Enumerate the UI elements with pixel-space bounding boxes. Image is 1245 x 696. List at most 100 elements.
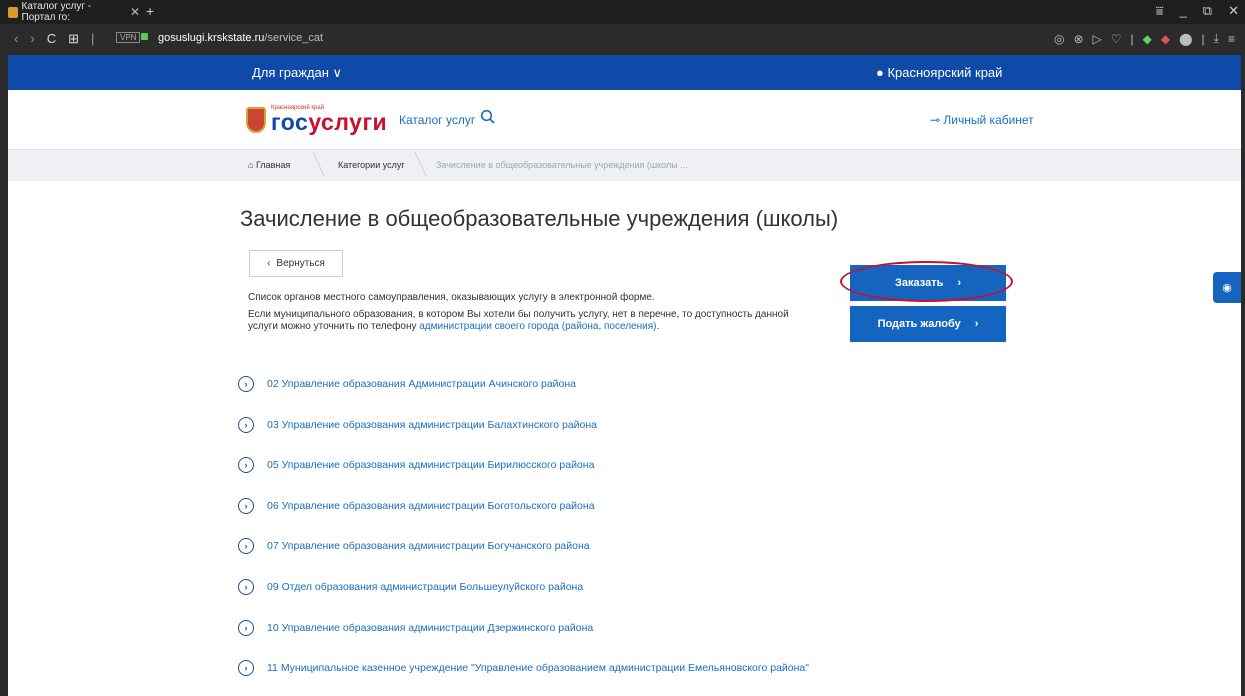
forward-nav-icon[interactable]: › xyxy=(30,31,34,47)
reload-icon[interactable]: C xyxy=(47,31,56,47)
back-button-label: Вернуться xyxy=(276,258,325,269)
chevron-right-icon: › xyxy=(974,318,979,330)
logo-part1: гос xyxy=(271,109,309,135)
extension-green-icon[interactable]: ◆ xyxy=(1143,32,1152,46)
list-item[interactable]: › 07 Управление образования администрации… xyxy=(238,538,590,554)
minimize-button[interactable]: _ xyxy=(1180,3,1187,19)
availability-end: . xyxy=(656,321,660,332)
nav-buttons: ‹ › C ⊞ | xyxy=(14,31,94,47)
url-field[interactable]: gosuslugi.krskstate.ru/service_cat xyxy=(158,32,323,44)
browser-titlebar: Каталог услуг - Портал го: ✕ + ⩸ _ ⧉ ✕ xyxy=(0,0,1245,24)
adblock-icon[interactable]: ⊗ xyxy=(1073,32,1083,46)
list-item[interactable]: › 10 Управление образования администрации… xyxy=(238,620,593,636)
region-label: Красноярский край xyxy=(887,65,1003,80)
logo-wordmark: госуслуги xyxy=(271,109,387,135)
list-item[interactable]: › 09 Отдел образования администрации Боль… xyxy=(238,579,583,595)
list-item[interactable]: › 05 Управление образования администрации… xyxy=(238,457,594,473)
highlight-ellipse xyxy=(840,261,1013,302)
breadcrumb-home-label: Главная xyxy=(255,160,291,170)
for-citizens-menu[interactable]: Для граждан ∨ xyxy=(252,65,342,81)
breadcrumb-separator xyxy=(300,152,325,176)
list-item-label: 09 Отдел образования администрации Больш… xyxy=(267,581,584,593)
personal-cabinet-link[interactable]: ⊸ Личный кабинет xyxy=(930,113,1034,127)
logo-text: Красноярский край госуслуги xyxy=(271,105,387,134)
catalog-link[interactable]: Каталог услуг xyxy=(399,113,475,127)
circle-arrow-right-icon: › xyxy=(238,376,254,392)
site-header: Красноярский край госуслуги Каталог услу… xyxy=(8,90,1241,149)
circle-arrow-right-icon: › xyxy=(238,620,254,636)
accessibility-eye-button[interactable]: ◉ xyxy=(1213,272,1241,303)
circle-arrow-right-icon: › xyxy=(238,457,254,473)
ext-divider: | xyxy=(1130,31,1134,46)
vpn-badge[interactable]: VPN xyxy=(116,32,141,43)
complaint-button-label: Подать жалобу xyxy=(877,318,961,330)
location-pin-icon: ● xyxy=(876,65,888,80)
administration-link[interactable]: администрации своего города (района, пос… xyxy=(419,321,656,332)
ext-divider-2: | xyxy=(1201,31,1205,46)
search-icon[interactable] xyxy=(480,109,496,130)
new-tab-button[interactable]: + xyxy=(146,3,154,19)
browser-tab[interactable]: Каталог услуг - Портал го: ✕ xyxy=(8,0,140,24)
nav-divider: | xyxy=(90,31,95,46)
window-frame-left xyxy=(0,0,8,696)
speed-dial-icon[interactable]: ⊞ xyxy=(68,31,79,47)
list-item-label: 07 Управление образования администрации … xyxy=(267,540,590,552)
breadcrumb-home[interactable]: ⌂ Главная xyxy=(248,160,290,170)
send-icon[interactable]: ▷ xyxy=(1093,32,1102,46)
crest-icon xyxy=(246,106,266,133)
home-icon: ⌂ xyxy=(248,160,256,170)
tab-close-icon[interactable]: ✕ xyxy=(130,5,140,19)
circle-arrow-right-icon: › xyxy=(238,579,254,595)
breadcrumb-current: Зачисление в общеобразовательные учрежде… xyxy=(436,160,688,170)
chevron-left-icon: ‹ xyxy=(267,258,271,269)
menu-icon[interactable]: ≡ xyxy=(1228,32,1235,46)
page-title: Зачисление в общеобразовательные учрежде… xyxy=(240,206,839,231)
download-icon[interactable]: ⤓ xyxy=(1214,31,1219,46)
logo-part2: услуги xyxy=(308,109,388,135)
close-window-button[interactable]: ✕ xyxy=(1228,3,1239,19)
url-domain: gosuslugi.krskstate.ru xyxy=(158,32,265,44)
circle-arrow-right-icon: › xyxy=(238,660,254,676)
list-item[interactable]: › 11 Муниципальное казенное учреждение "У… xyxy=(238,660,809,676)
back-nav-icon[interactable]: ‹ xyxy=(14,31,18,47)
cabinet-label: Личный кабинет xyxy=(943,113,1034,127)
list-item[interactable]: › 02 Управление образования Администрации… xyxy=(238,376,576,392)
breadcrumb: ⌂ Главная Категории услуг Зачисление в о… xyxy=(8,149,1241,181)
lock-icon[interactable] xyxy=(141,33,148,40)
extensions-area: ◎ ⊗ ▷ ♡ | ◆ ◆ ⬤ | ⤓ ≡ xyxy=(1054,31,1235,46)
back-button[interactable]: ‹ Вернуться xyxy=(249,250,343,277)
complaint-button[interactable]: Подать жалобу › xyxy=(850,306,1006,342)
region-selector[interactable]: ● Красноярский край xyxy=(876,65,1002,80)
site-top-bar: Для граждан ∨ ● Красноярский край xyxy=(8,55,1241,90)
browser-address-bar: ‹ › C ⊞ | VPN gosuslugi.krskstate.ru/ser… xyxy=(0,24,1245,55)
list-item-label: 10 Управление образования администрации … xyxy=(267,622,594,634)
circle-arrow-right-icon: › xyxy=(238,417,254,433)
circle-arrow-right-icon: › xyxy=(238,498,254,514)
camera-icon[interactable]: ◎ xyxy=(1054,32,1064,46)
list-item-label: 02 Управление образования Администрации … xyxy=(267,378,576,390)
tab-title: Каталог услуг - Портал го: xyxy=(21,1,92,23)
list-item-label: 05 Управление образования администрации … xyxy=(267,459,595,471)
list-item[interactable]: › 06 Управление образования администрации… xyxy=(238,498,595,514)
eye-icon: ◉ xyxy=(1222,282,1232,294)
description-availability: Если муниципального образования, в котор… xyxy=(248,309,818,333)
tabs-menu-icon[interactable]: ⩸ xyxy=(1156,3,1164,19)
description-text: Список органов местного самоуправления, … xyxy=(248,292,655,303)
key-icon: ⊸ xyxy=(930,113,944,127)
list-item-label: 06 Управление образования администрации … xyxy=(267,500,595,512)
gosuslugi-logo[interactable]: Красноярский край госуслуги xyxy=(246,105,387,134)
heart-icon[interactable]: ♡ xyxy=(1111,32,1122,46)
url-path: /service_cat xyxy=(264,32,324,44)
window-frame-right xyxy=(1241,0,1245,696)
breadcrumb-separator xyxy=(402,152,427,176)
list-item-label: 03 Управление образования администрации … xyxy=(267,419,597,431)
maximize-button[interactable]: ⧉ xyxy=(1203,3,1212,19)
extension-red-icon[interactable]: ◆ xyxy=(1161,32,1170,46)
list-item[interactable]: › 03 Управление образования администрации… xyxy=(238,417,597,433)
list-item-label: 11 Муниципальное казенное учреждение "Уп… xyxy=(267,662,809,674)
circle-arrow-right-icon: › xyxy=(238,538,254,554)
breadcrumb-categories[interactable]: Категории услуг xyxy=(338,160,405,170)
favicon-icon xyxy=(8,6,18,18)
extension-circle-icon[interactable]: ⬤ xyxy=(1179,32,1192,46)
window-controls: ⩸ _ ⧉ ✕ xyxy=(1156,3,1239,19)
